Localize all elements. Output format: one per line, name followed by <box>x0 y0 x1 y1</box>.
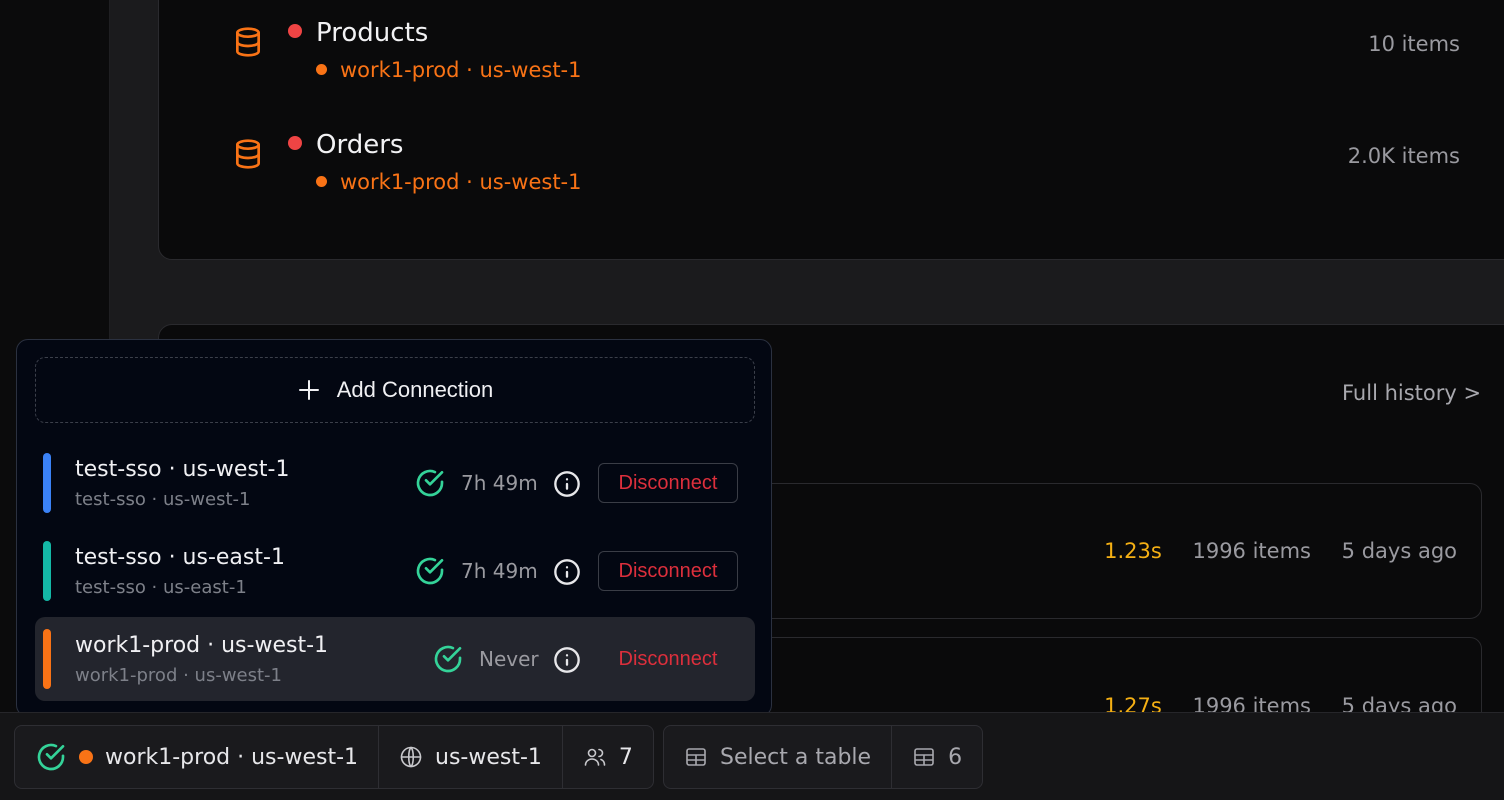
connection-item[interactable]: test-sso · us-east-1 test-sso · us-east-… <box>35 529 755 613</box>
session-time: 7h 49m <box>461 471 538 495</box>
connection-item-active[interactable]: work1-prod · us-west-1 work1-prod · us-w… <box>35 617 755 701</box>
connection-dot <box>316 64 327 75</box>
table-icon <box>686 748 706 766</box>
query-item-count: 1996 items <box>1192 539 1311 563</box>
info-icon[interactable] <box>553 646 581 674</box>
check-circle-icon <box>434 645 462 673</box>
table-selector[interactable]: Select a table <box>664 726 891 788</box>
table-row[interactable]: Products work1-prod · us-west-1 10 items <box>232 18 1464 88</box>
connection-title: test-sso · us-east-1 <box>75 545 285 570</box>
connection-selector[interactable]: work1-prod · us-west-1 <box>15 726 378 788</box>
session-time: Never <box>479 647 539 671</box>
connection-subtitle: test-sso · us-west-1 <box>75 489 251 510</box>
connection-dot <box>316 176 327 187</box>
users-count: 7 <box>618 744 633 770</box>
check-circle-icon <box>37 743 65 771</box>
status-dot <box>288 136 302 150</box>
disconnect-button[interactable]: Disconnect <box>598 551 738 591</box>
table-name: Orders <box>316 130 404 160</box>
query-time-ago: 5 days ago <box>1341 539 1457 563</box>
status-bar: work1-prod · us-west-1 us-west-1 7 Selec… <box>0 712 1504 800</box>
connection-color-bar <box>43 629 51 689</box>
add-connection-button[interactable]: Add Connection <box>35 357 755 423</box>
check-circle-icon <box>416 469 444 497</box>
users-indicator[interactable]: 7 <box>561 726 653 788</box>
table-name: Products <box>316 18 429 48</box>
connection-color-bar <box>43 541 51 601</box>
table-selector-label: Select a table <box>720 744 872 770</box>
connection-status-group: work1-prod · us-west-1 us-west-1 7 <box>14 725 654 789</box>
users-icon <box>584 748 606 766</box>
query-duration: 1.23s <box>1104 539 1162 563</box>
tables-count: 6 <box>948 744 963 770</box>
table-status-group: Select a table 6 <box>663 725 984 789</box>
region-selector[interactable]: us-west-1 <box>378 726 562 788</box>
table-connection: work1-prod · us-west-1 <box>340 58 582 82</box>
database-icon <box>236 27 260 57</box>
connection-item[interactable]: test-sso · us-west-1 test-sso · us-west-… <box>35 441 755 525</box>
connection-title: test-sso · us-west-1 <box>75 457 290 482</box>
add-connection-label: Add Connection <box>336 377 494 402</box>
table-item-count: 10 items <box>1368 32 1460 56</box>
tables-count-indicator[interactable]: 6 <box>891 726 982 788</box>
connection-subtitle: test-sso · us-east-1 <box>75 577 247 598</box>
session-time: 7h 49m <box>461 559 538 583</box>
disconnect-button[interactable]: Disconnect <box>598 639 738 679</box>
table-icon <box>914 748 934 766</box>
full-history-link[interactable]: Full history > <box>1342 381 1481 405</box>
connection-subtitle: work1-prod · us-west-1 <box>75 665 282 686</box>
disconnect-button[interactable]: Disconnect <box>598 463 738 503</box>
connection-dot <box>79 750 93 764</box>
connections-popup: Add Connection test-sso · us-west-1 test… <box>16 339 772 717</box>
table-row[interactable]: Orders work1-prod · us-west-1 2.0K items <box>232 130 1464 200</box>
connection-label: work1-prod · us-west-1 <box>105 744 358 770</box>
status-dot <box>288 24 302 38</box>
table-connection: work1-prod · us-west-1 <box>340 170 582 194</box>
region-label: us-west-1 <box>435 744 542 770</box>
table-item-count: 2.0K items <box>1347 144 1460 168</box>
connection-color-bar <box>43 453 51 513</box>
plus-icon <box>298 380 319 400</box>
info-icon[interactable] <box>553 558 581 586</box>
connection-title: work1-prod · us-west-1 <box>75 633 328 658</box>
database-icon <box>236 139 260 169</box>
info-icon[interactable] <box>553 470 581 498</box>
check-circle-icon <box>416 557 444 585</box>
history-meta: 1.23s 1996 items 5 days ago <box>1104 539 1457 563</box>
globe-icon <box>400 746 422 768</box>
